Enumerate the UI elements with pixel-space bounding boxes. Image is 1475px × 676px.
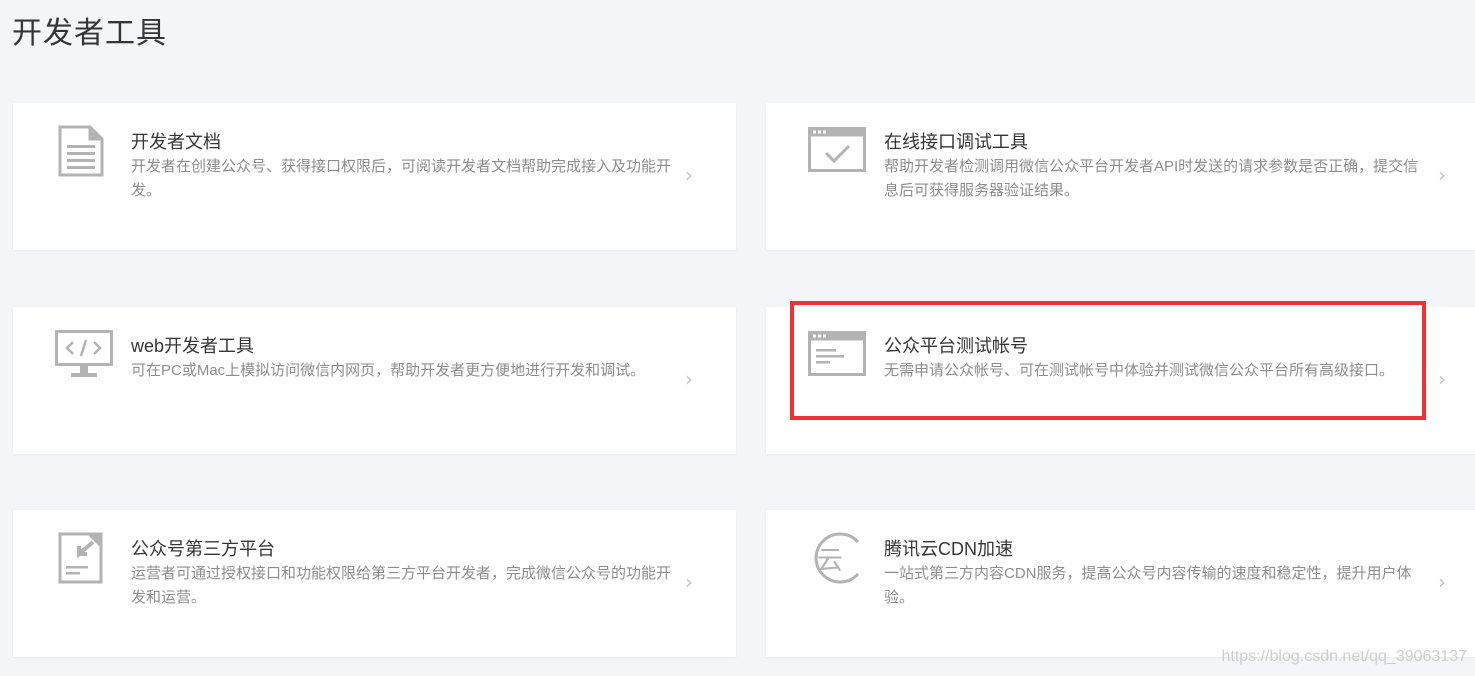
card-test-account[interactable]: 公众平台测试帐号 无需申请公众帐号、可在测试帐号中体验并测试微信公众平台所有高级… xyxy=(766,307,1475,454)
browser-check-icon xyxy=(808,125,866,177)
card-api-debug-tool[interactable]: 在线接口调试工具 帮助开发者检测调用微信公众平台开发者API时发送的请求参数是否… xyxy=(766,103,1475,250)
card-description: 帮助开发者检测调用微信公众平台开发者API时发送的请求参数是否正确，提交信息后可… xyxy=(884,158,1419,199)
card-web-dev-tools[interactable]: web开发者工具 可在PC或Mac上模拟访问微信内网页，帮助开发者更方便地进行开… xyxy=(13,307,736,454)
card-description: 无需申请公众帐号、可在测试帐号中体验并测试微信公众平台所有高级接口。 xyxy=(884,362,1395,379)
card-description: 可在PC或Mac上模拟访问微信内网页，帮助开发者更方便地进行开发和调试。 xyxy=(131,362,646,379)
watermark: https://blog.csdn.net/qq_39063137 xyxy=(1221,648,1467,665)
browser-window-icon xyxy=(808,329,866,381)
card-title: 腾讯云CDN加速 xyxy=(884,539,1013,559)
card-description: 一站式第三方内容CDN服务，提高公众号内容传输的速度和稳定性，提升用户体验。 xyxy=(884,565,1412,606)
chevron-right-icon: › xyxy=(685,367,693,391)
document-icon xyxy=(55,125,113,177)
chevron-right-icon: › xyxy=(1438,367,1446,391)
chevron-right-icon: › xyxy=(685,570,693,594)
card-title: 公众平台测试帐号 xyxy=(884,336,1028,356)
card-title: 在线接口调试工具 xyxy=(884,132,1028,152)
chevron-right-icon: › xyxy=(685,163,693,187)
authorize-doc-icon xyxy=(55,532,113,584)
card-description: 开发者在创建公众号、获得接口权限后，可阅读开发者文档帮助完成接入及功能开发。 xyxy=(131,158,672,199)
page-title: 开发者工具 xyxy=(12,17,167,50)
card-description: 运营者可通过授权接口和功能权限给第三方平台开发者，完成微信公众号的功能开发和运营… xyxy=(131,565,672,606)
monitor-code-icon xyxy=(55,329,113,381)
chevron-right-icon: › xyxy=(1438,570,1446,594)
card-title: web开发者工具 xyxy=(131,336,255,356)
card-developer-docs[interactable]: 开发者文档 开发者在创建公众号、获得接口权限后，可阅读开发者文档帮助完成接入及功… xyxy=(13,103,736,250)
card-third-party-platform[interactable]: 公众号第三方平台 运营者可通过授权接口和功能权限给第三方平台开发者，完成微信公众… xyxy=(13,510,736,657)
card-title: 公众号第三方平台 xyxy=(131,539,275,559)
svg-text:云: 云 xyxy=(817,546,843,576)
card-title: 开发者文档 xyxy=(131,132,221,152)
chevron-right-icon: › xyxy=(1438,163,1446,187)
card-tencent-cdn[interactable]: 云 腾讯云CDN加速 一站式第三方内容CDN服务，提高公众号内容传输的速度和稳定… xyxy=(766,510,1475,657)
tencent-cloud-icon: 云 xyxy=(808,532,866,584)
